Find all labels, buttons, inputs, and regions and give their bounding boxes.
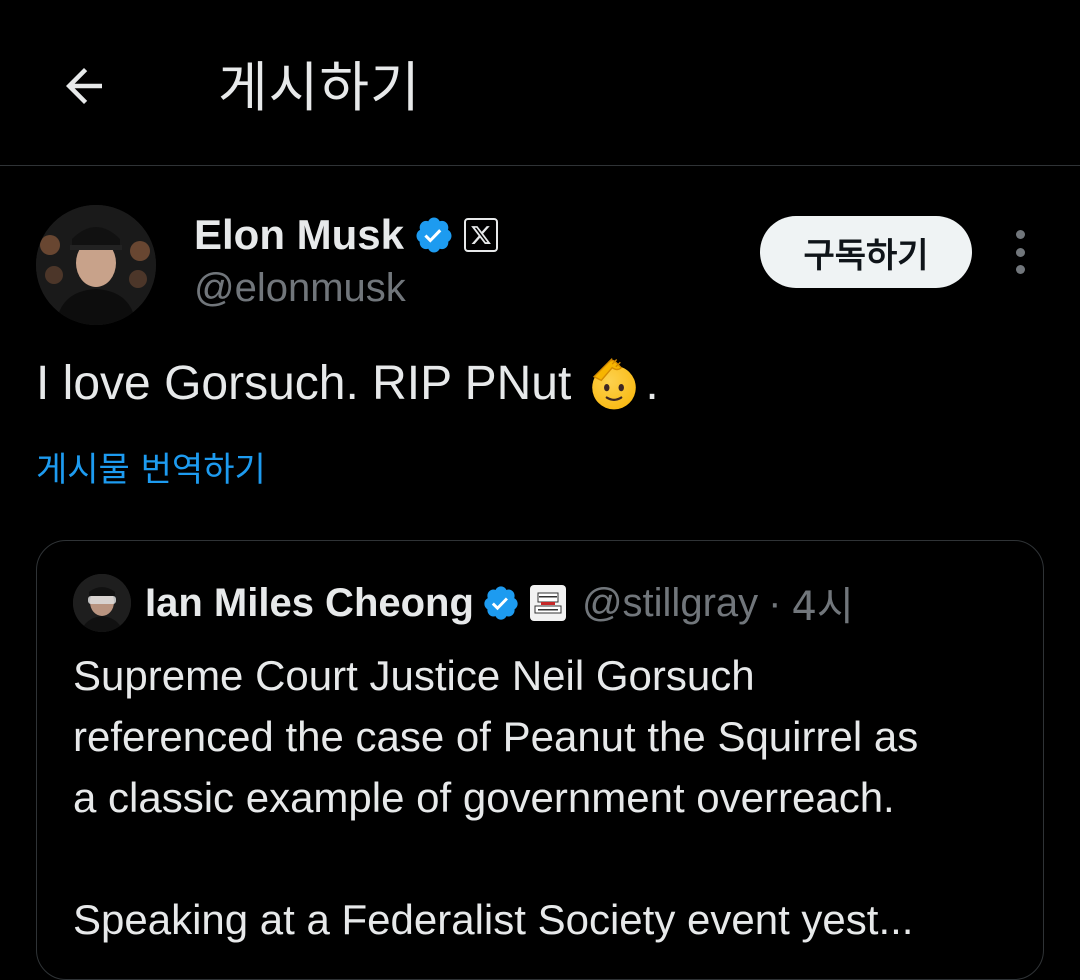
author-name-row: Elon Musk bbox=[194, 208, 499, 262]
separator-dot: · bbox=[768, 580, 782, 625]
avatar-image bbox=[36, 205, 156, 325]
author-display-name[interactable]: Elon Musk bbox=[194, 209, 404, 261]
saluting-face-emoji bbox=[585, 355, 643, 413]
verified-badge-icon[interactable] bbox=[414, 215, 454, 255]
top-bar: 게시하기 bbox=[0, 0, 1080, 166]
quoted-text-line: a classic example of government overreac… bbox=[73, 774, 895, 821]
verified-badge-icon bbox=[482, 584, 520, 622]
more-vertical-icon[interactable] bbox=[1000, 230, 1040, 274]
x-logo-icon[interactable] bbox=[464, 218, 499, 252]
quoted-author-display-name: Ian Miles Cheong bbox=[145, 580, 474, 625]
road-to-election-logo-icon bbox=[529, 585, 566, 621]
quoted-post-text: Supreme Court Justice Neil Gorsuch refer… bbox=[73, 645, 1013, 950]
author-handle[interactable]: @elonmusk bbox=[194, 264, 406, 312]
post-text-main: I love Gorsuch. RIP PNut bbox=[36, 357, 572, 410]
quoted-post-card[interactable]: Ian Miles Cheong @stillgray · 4시 Supreme… bbox=[36, 540, 1044, 980]
quoted-text-truncated: Speaking at a Federalist Society event y… bbox=[73, 896, 914, 943]
post-text-end: . bbox=[645, 357, 659, 410]
back-button[interactable] bbox=[50, 52, 118, 120]
quoted-author-avatar bbox=[73, 574, 131, 632]
quoted-post-time: 4시 bbox=[791, 584, 854, 630]
post-text: I love Gorsuch. RIP PNut . bbox=[36, 352, 659, 416]
arrow-left-icon bbox=[66, 68, 102, 104]
page-title: 게시하기 bbox=[218, 56, 421, 119]
quoted-text-line: Supreme Court Justice Neil Gorsuch bbox=[73, 652, 755, 699]
quoted-author-handle: @stillgray bbox=[581, 580, 759, 625]
quoted-post-header: Ian Miles Cheong @stillgray · 4시 bbox=[73, 571, 854, 635]
subscribe-button[interactable]: 구독하기 bbox=[760, 216, 972, 288]
quoted-text-line: referenced the case of Peanut the Squirr… bbox=[73, 713, 919, 760]
avatar[interactable] bbox=[36, 205, 156, 325]
translate-post-link[interactable]: 게시물 번역하기 bbox=[36, 448, 266, 492]
